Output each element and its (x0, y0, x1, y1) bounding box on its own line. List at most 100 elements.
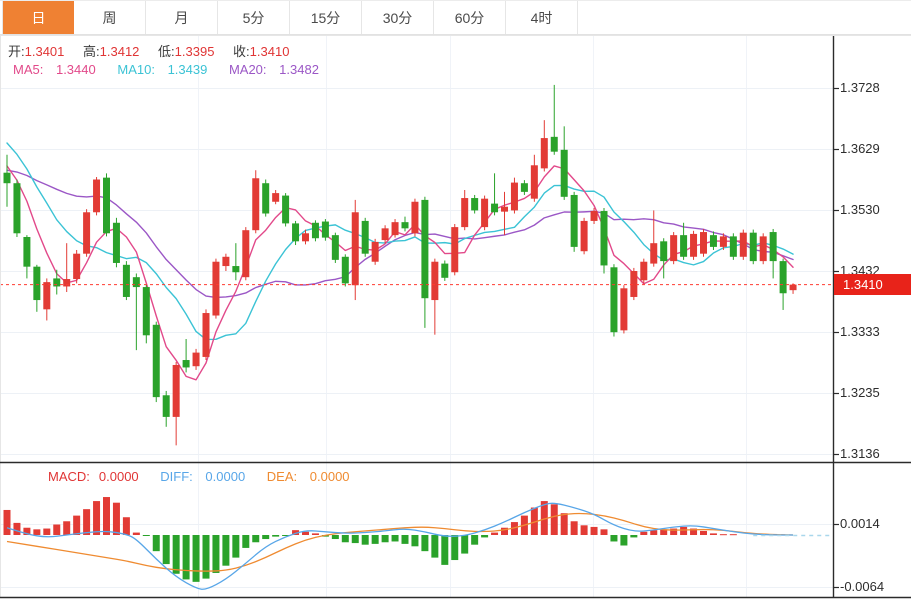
high-label: 高: (83, 44, 100, 59)
macd-bar (561, 513, 568, 535)
trading-chart-app: 日周月5分15分30分60分4时 开:1.3401 高:1.3412 低:1.3… (0, 0, 911, 599)
candle-body (730, 236, 737, 256)
macd-axis-tick: -0.0064 (840, 579, 884, 595)
candle-body (491, 204, 498, 213)
ohlc-readout: 开:1.3401 高:1.3412 低:1.3395 收:1.3410 (8, 41, 304, 60)
candle-body (402, 222, 409, 228)
candle-body (541, 138, 548, 168)
candle-body (203, 313, 210, 357)
candle-body (501, 207, 508, 212)
macd-bar (352, 535, 359, 543)
candle-body (610, 267, 617, 332)
candle-body (780, 261, 787, 293)
macd-bar (163, 535, 170, 564)
candle-body (461, 198, 468, 227)
macd-bar (302, 532, 309, 535)
macd-bar (571, 521, 578, 535)
price-axis-tick: 1.3530 (840, 202, 880, 218)
candles-layer (4, 85, 797, 445)
dea-value: 0.0000 (310, 469, 350, 484)
diff-label: DIFF: 0.0000 (160, 469, 254, 484)
macd-bar (431, 535, 438, 558)
candle-body (700, 232, 707, 254)
candle-body (571, 195, 578, 247)
macd-bar (581, 525, 588, 535)
ma20-label: MA20: 1.3482 (229, 62, 328, 77)
macd-bar (173, 535, 180, 574)
candle-body (23, 237, 30, 267)
candle-body (620, 288, 627, 330)
price-axis-tick: 1.3235 (840, 385, 880, 401)
macd-bar (312, 533, 319, 535)
candle-body (481, 199, 488, 227)
candle-body (561, 150, 568, 197)
macd-bar (123, 517, 130, 535)
macd-bar (43, 529, 50, 535)
candle-body (63, 279, 70, 286)
candle-body (710, 235, 717, 247)
candle-body (362, 221, 369, 254)
low-value: 1.3395 (175, 44, 215, 59)
macd-bar (710, 533, 717, 535)
price-axis-tick: 1.3333 (840, 324, 880, 340)
macd-bar (382, 535, 389, 542)
macd-bar (730, 534, 737, 535)
open-label: 开: (8, 44, 25, 59)
candle-body (531, 165, 538, 198)
candle-body (770, 232, 777, 261)
candle-body (551, 137, 558, 152)
diff-line (7, 503, 793, 589)
macd-bar (342, 535, 349, 542)
macd-bar (133, 533, 140, 535)
macd-bar (700, 531, 707, 535)
macd-bar (481, 535, 488, 537)
price-axis-tick: 1.3629 (840, 141, 880, 157)
candle-body (640, 262, 647, 281)
macd-bar (33, 529, 40, 535)
ma10-label: MA10: 1.3439 (117, 62, 216, 77)
macd-bar (441, 535, 448, 565)
ma20-value: 1.3482 (279, 62, 319, 77)
macd-bar (103, 497, 110, 535)
macd-bar (73, 516, 80, 535)
close-value: 1.3410 (250, 44, 290, 59)
candle-body (630, 271, 637, 297)
macd-bar (620, 535, 627, 546)
macd-bar (183, 535, 190, 579)
candle-body (143, 287, 150, 335)
candle-body (740, 233, 747, 257)
candle-body (93, 180, 100, 213)
candle-body (222, 257, 229, 266)
macd-bar (232, 535, 239, 558)
candle-body (83, 212, 90, 253)
candle-body (183, 360, 190, 367)
candle-body (163, 395, 170, 417)
macd-bar (13, 523, 20, 535)
macd-bar (591, 527, 598, 535)
candle-body (342, 257, 349, 284)
low-label: 低: (158, 44, 175, 59)
candle-body (123, 265, 130, 297)
candle-body (322, 222, 329, 238)
candle-body (690, 234, 697, 257)
candle-body (372, 242, 379, 262)
candle-body (790, 285, 797, 291)
macd-axis-tick: 0.0014 (840, 516, 880, 532)
macd-bar (212, 535, 219, 573)
price-axis-tick: 1.3136 (840, 446, 880, 462)
macd-bar (332, 535, 339, 539)
candle-body (292, 223, 299, 241)
macd-value: 0.0000 (99, 469, 139, 484)
candlestick-chart[interactable] (0, 0, 911, 599)
macd-bar (153, 535, 160, 551)
candle-body (13, 183, 20, 233)
macd-bar (610, 535, 617, 541)
candle-body (521, 183, 528, 192)
candle-body (212, 262, 219, 316)
macd-bar (551, 504, 558, 535)
candle-body (431, 262, 438, 300)
candle-body (601, 211, 608, 265)
candle-body (591, 211, 598, 221)
candle-body (680, 235, 687, 257)
candle-body (382, 228, 389, 240)
